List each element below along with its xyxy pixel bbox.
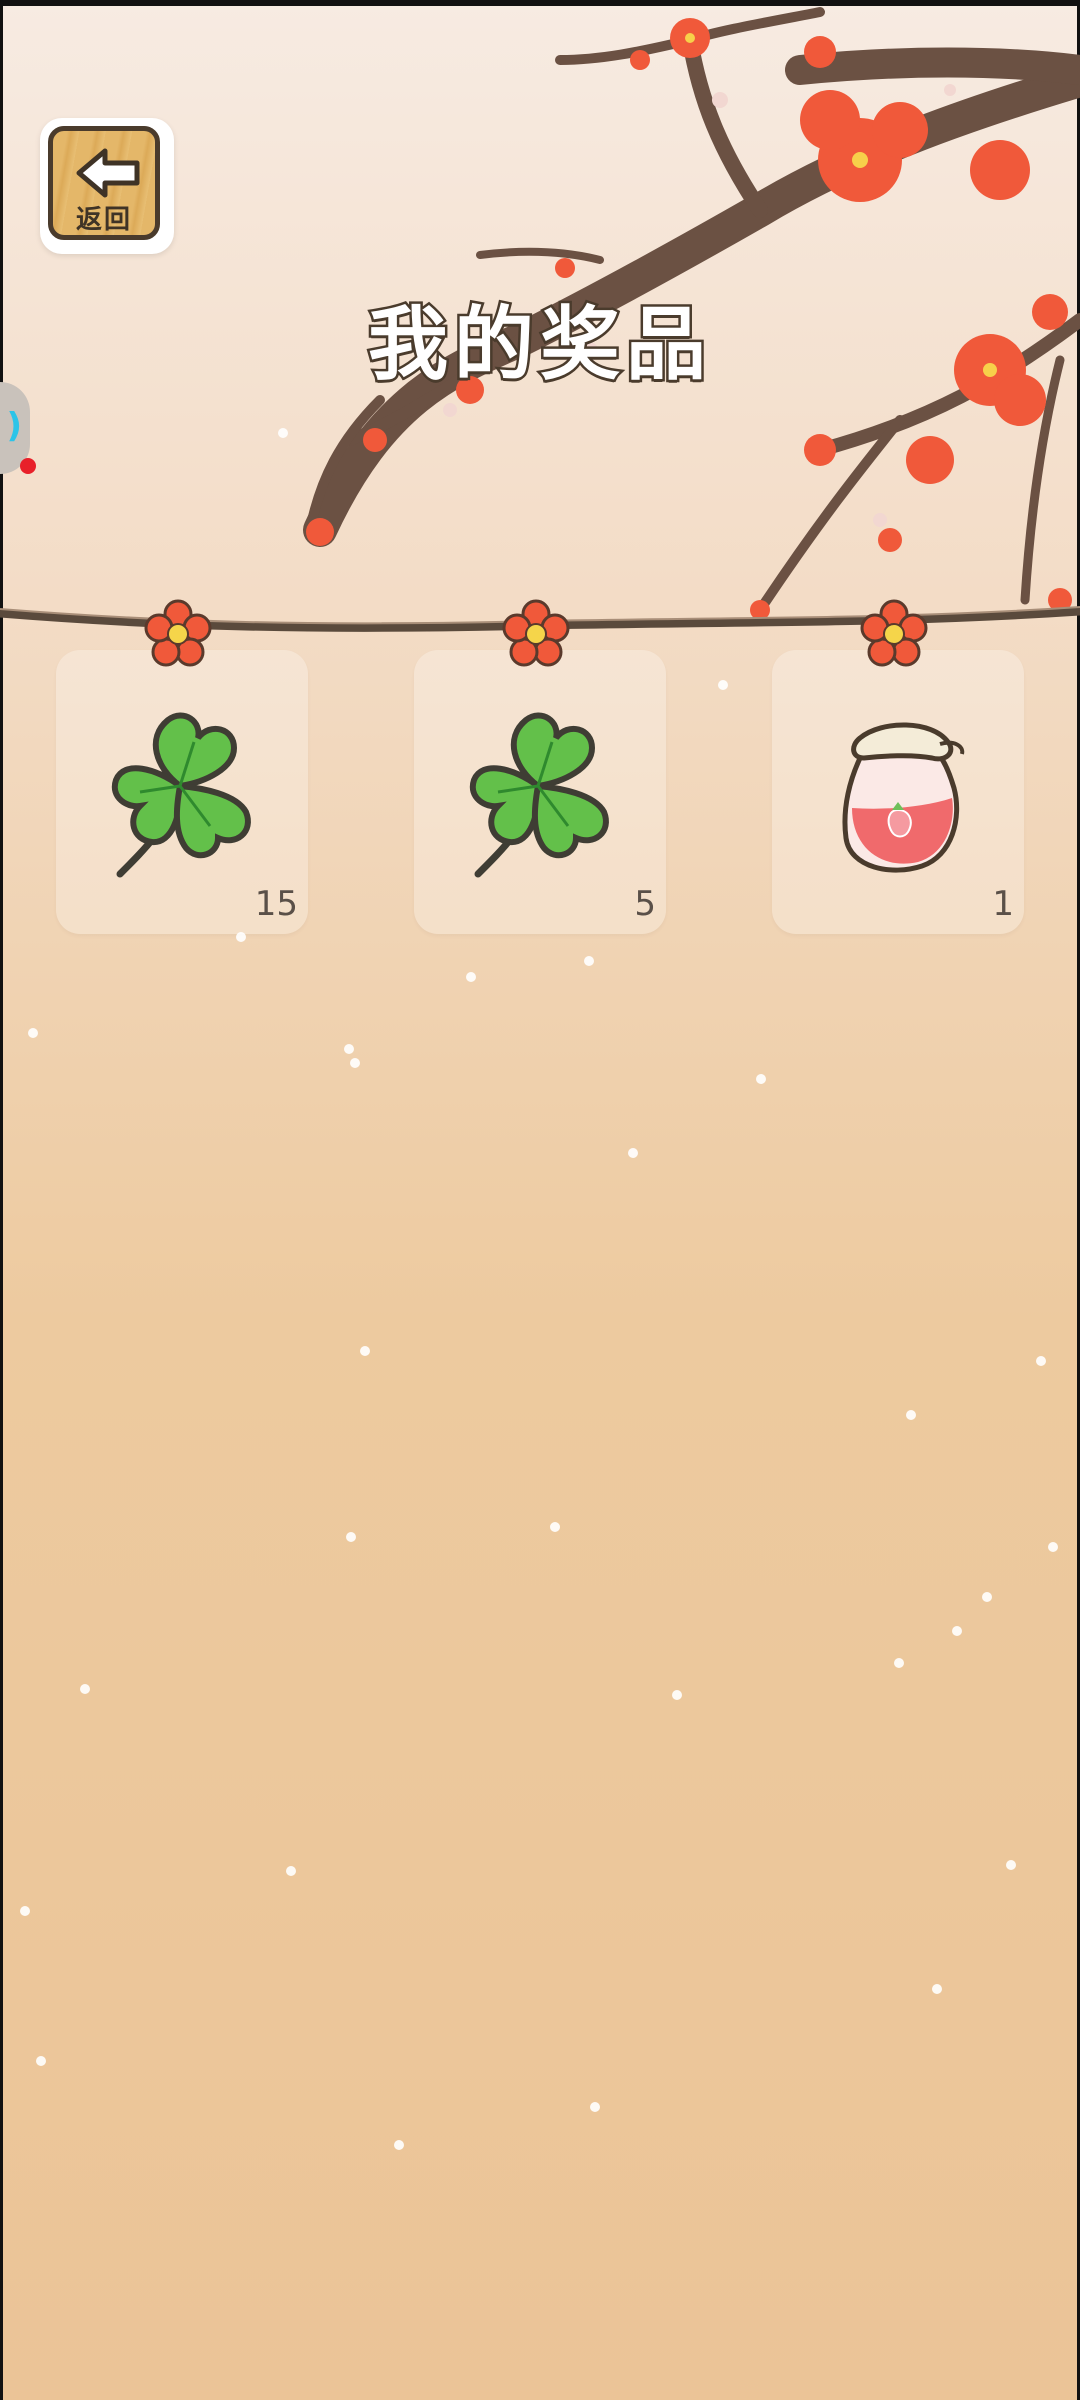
page-title: 我的奖品 [366,296,712,394]
flower-pin-icon [860,599,928,667]
clover-icon [469,712,609,878]
prize-card-clover[interactable]: 5 [414,650,666,934]
chevron-right-icon: ) [6,406,22,446]
back-button-label: 返回 [75,205,132,235]
prize-count: 15 [254,884,298,924]
back-button[interactable]: 返回 [40,118,174,254]
notification-dot [20,458,36,474]
arrow-left-icon [76,148,140,198]
prize-count: 5 [634,884,656,924]
prize-count: 1 [992,884,1014,924]
flower-pin-icon [144,599,212,667]
back-button-panel: 返回 [48,126,160,240]
prize-card-clover[interactable]: 15 [56,650,308,934]
prize-card-jam[interactable]: 1 [772,650,1024,934]
flower-pin-icon [502,599,570,667]
screen-edge-left [0,0,3,2400]
strawberry-jam-jar-icon [842,722,965,873]
status-bar [0,0,1080,6]
clover-icon [111,712,251,878]
